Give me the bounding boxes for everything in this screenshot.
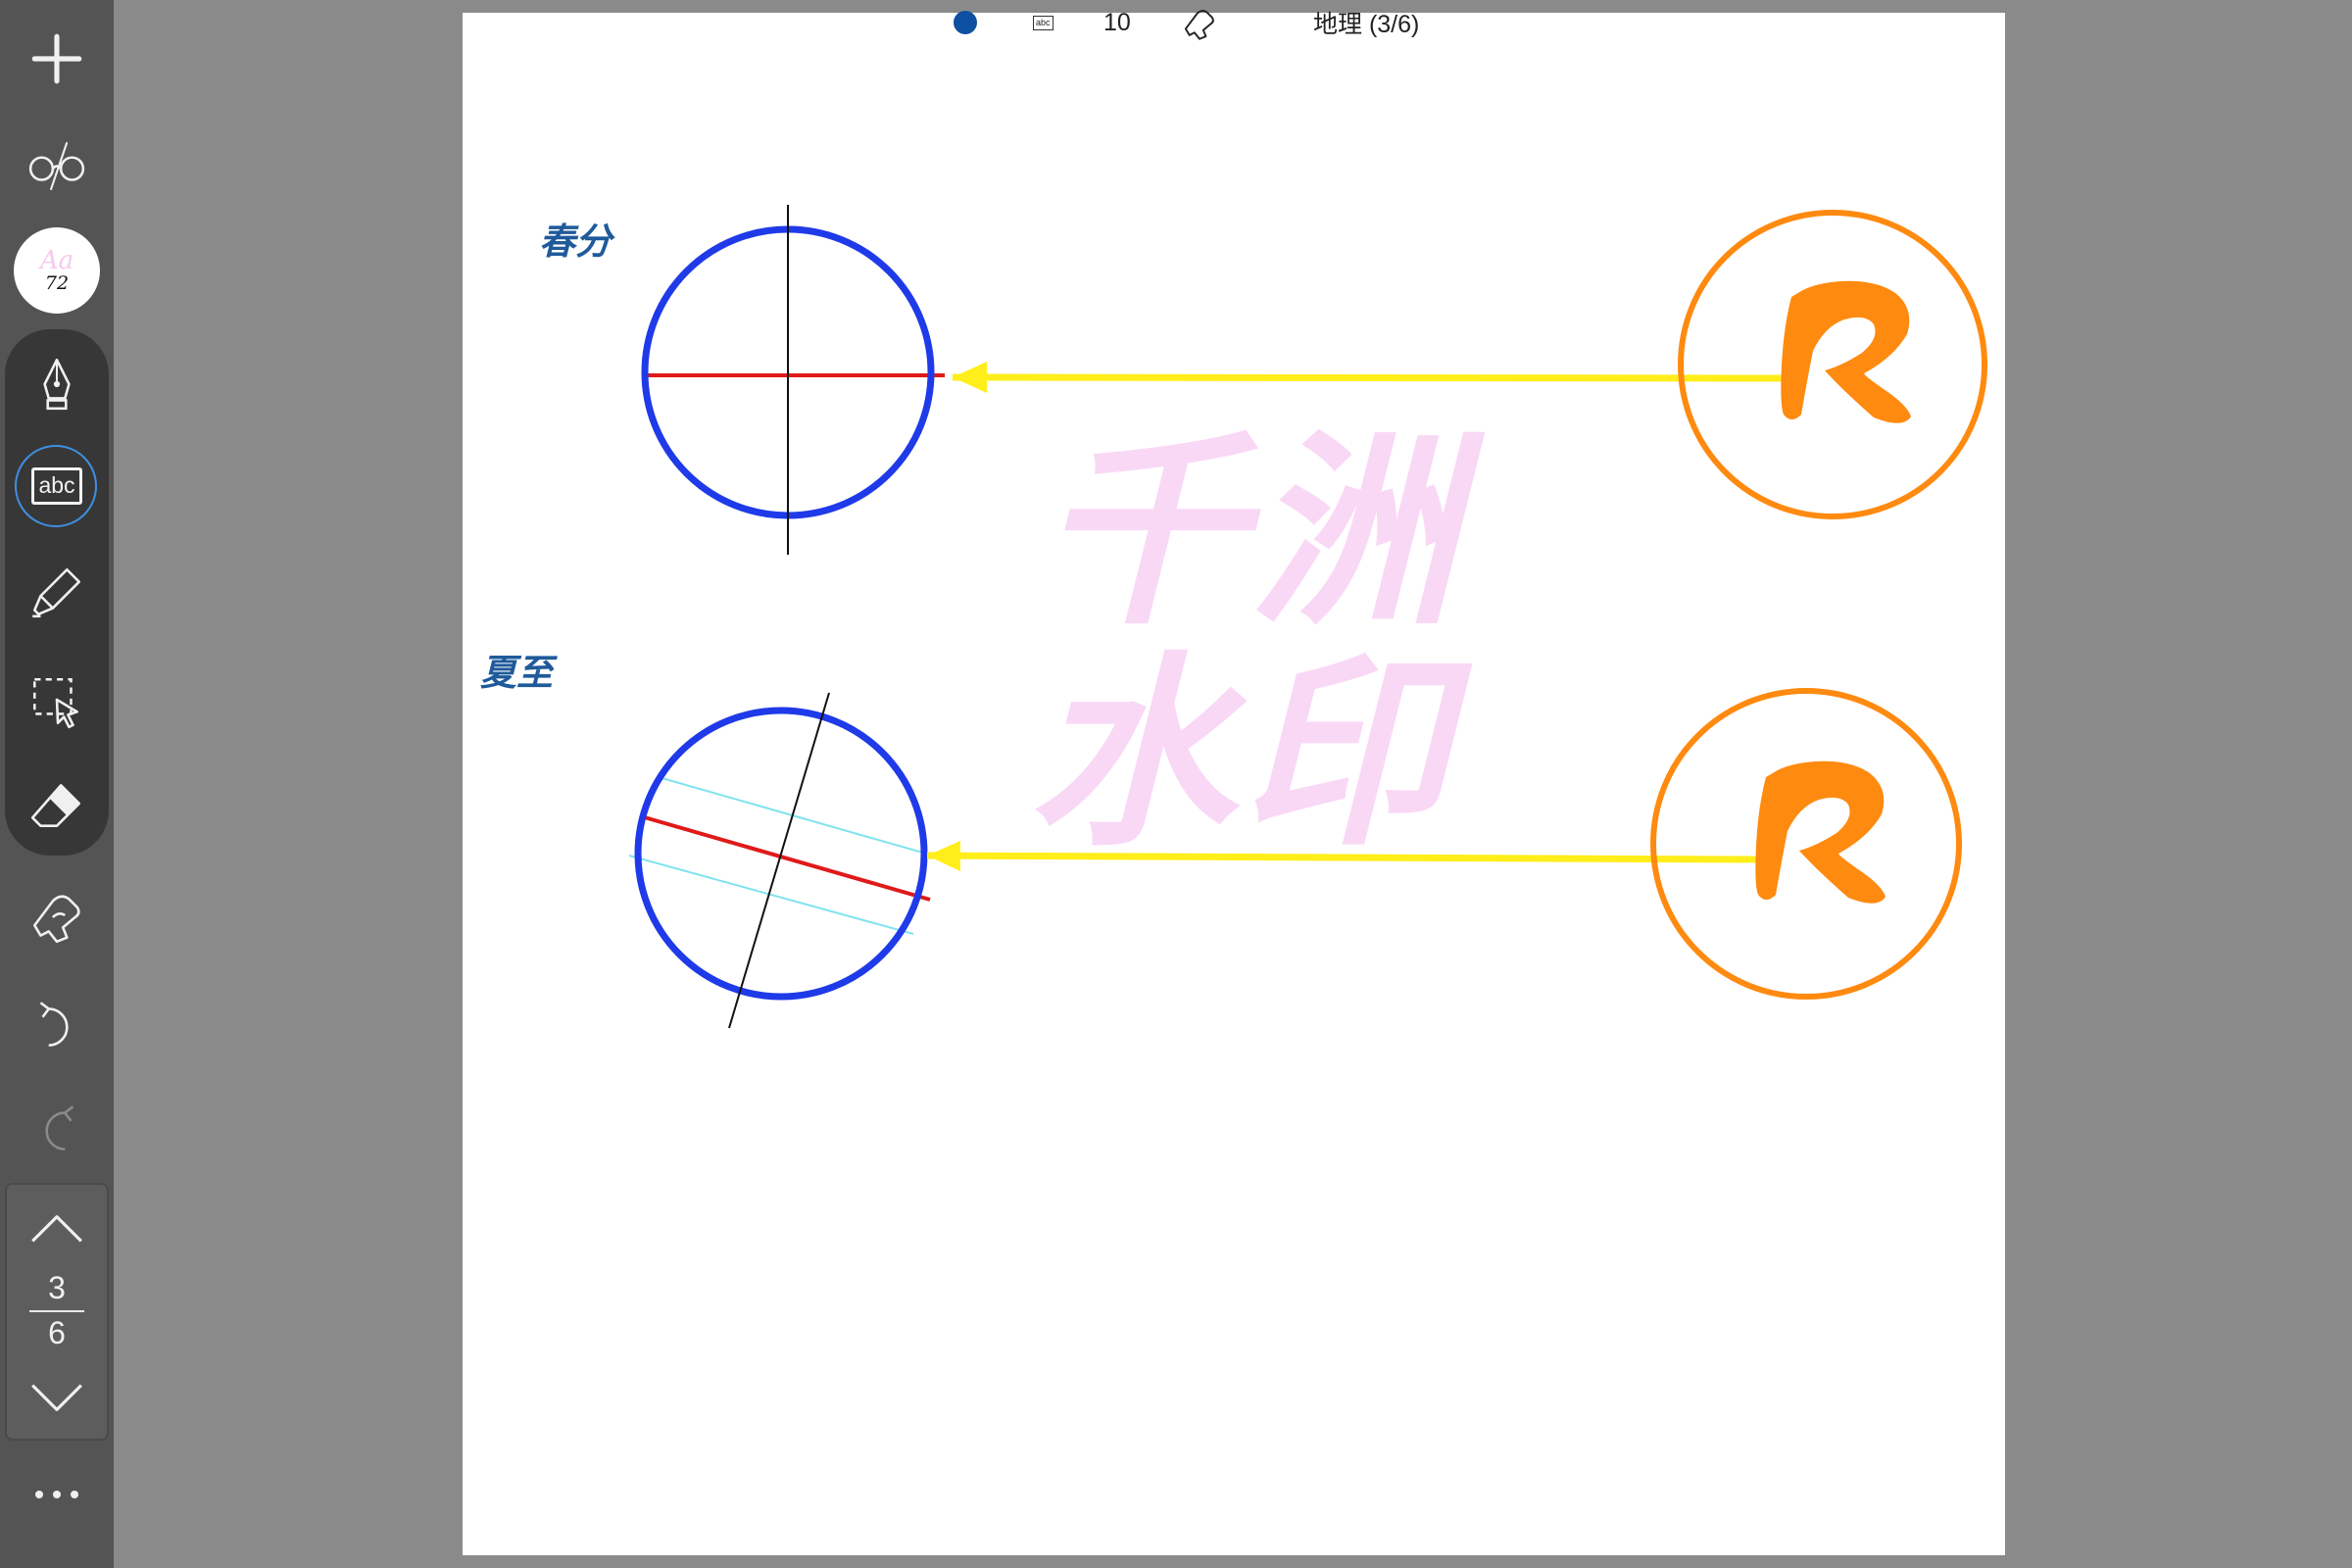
eraser-icon	[30, 784, 81, 827]
more-dots-icon	[35, 1491, 43, 1498]
chevron-up-icon	[31, 1215, 82, 1243]
chevron-down-icon	[31, 1384, 82, 1411]
sun-circle	[1678, 210, 1987, 519]
current-page-number: 3	[48, 1270, 66, 1305]
total-page-number: 6	[48, 1315, 66, 1350]
plus-icon	[31, 33, 82, 84]
next-page-button[interactable]	[18, 1358, 96, 1437]
sidebar-toolbar: Aa 72 abc 3 6	[0, 0, 114, 1568]
sunlight-arrow-equinox	[952, 373, 1783, 382]
equator-line	[640, 814, 931, 902]
arrowhead	[953, 362, 987, 393]
more-options-button[interactable]	[18, 1470, 96, 1519]
font-size: 72	[44, 272, 70, 294]
pointer-tool-button[interactable]	[18, 878, 96, 956]
redo-button[interactable]	[18, 1090, 96, 1168]
view-mode-button[interactable]	[18, 125, 96, 204]
font-sample: Aa	[39, 246, 74, 275]
lasso-select-button[interactable]	[18, 662, 96, 741]
highlighter-icon	[32, 567, 81, 618]
sun-r-glyph	[1781, 280, 1911, 423]
sun-r-glyph	[1755, 760, 1886, 904]
sun-circle	[1650, 688, 1962, 1000]
previous-page-button[interactable]	[18, 1190, 96, 1268]
hand-pointer-icon	[32, 895, 80, 944]
tropic-line-north	[658, 776, 934, 857]
lasso-select-icon	[32, 677, 78, 729]
highlighter-tool-button[interactable]	[18, 553, 96, 631]
equinox-label: 春分	[539, 220, 612, 263]
eraser-tool-button[interactable]	[18, 766, 96, 845]
redo-icon	[45, 1105, 74, 1151]
font-style-chip[interactable]: Aa 72	[14, 227, 100, 314]
add-button[interactable]	[18, 20, 96, 98]
solstice-earth-diagram	[628, 692, 934, 1029]
solstice-label: 夏至	[480, 652, 553, 694]
undo-button[interactable]	[18, 986, 96, 1064]
sun-diagram-top	[1678, 210, 1987, 519]
text-tool-icon: abc	[31, 467, 82, 505]
glasses-icon	[28, 141, 85, 191]
watermark-line-2: 水印	[1029, 634, 1453, 874]
arrowhead	[927, 841, 960, 871]
text-tool-button[interactable]: abc	[18, 447, 96, 525]
page-number-divider	[29, 1310, 84, 1312]
pen-tool-icon	[43, 358, 71, 411]
tropic-line-south	[628, 855, 914, 935]
undo-icon	[39, 1002, 69, 1047]
sun-diagram-bottom	[1650, 688, 1962, 1000]
earth-axis	[728, 692, 830, 1029]
pen-tool-button[interactable]	[18, 345, 96, 423]
watermark-line-1: 千洲	[1039, 413, 1463, 653]
